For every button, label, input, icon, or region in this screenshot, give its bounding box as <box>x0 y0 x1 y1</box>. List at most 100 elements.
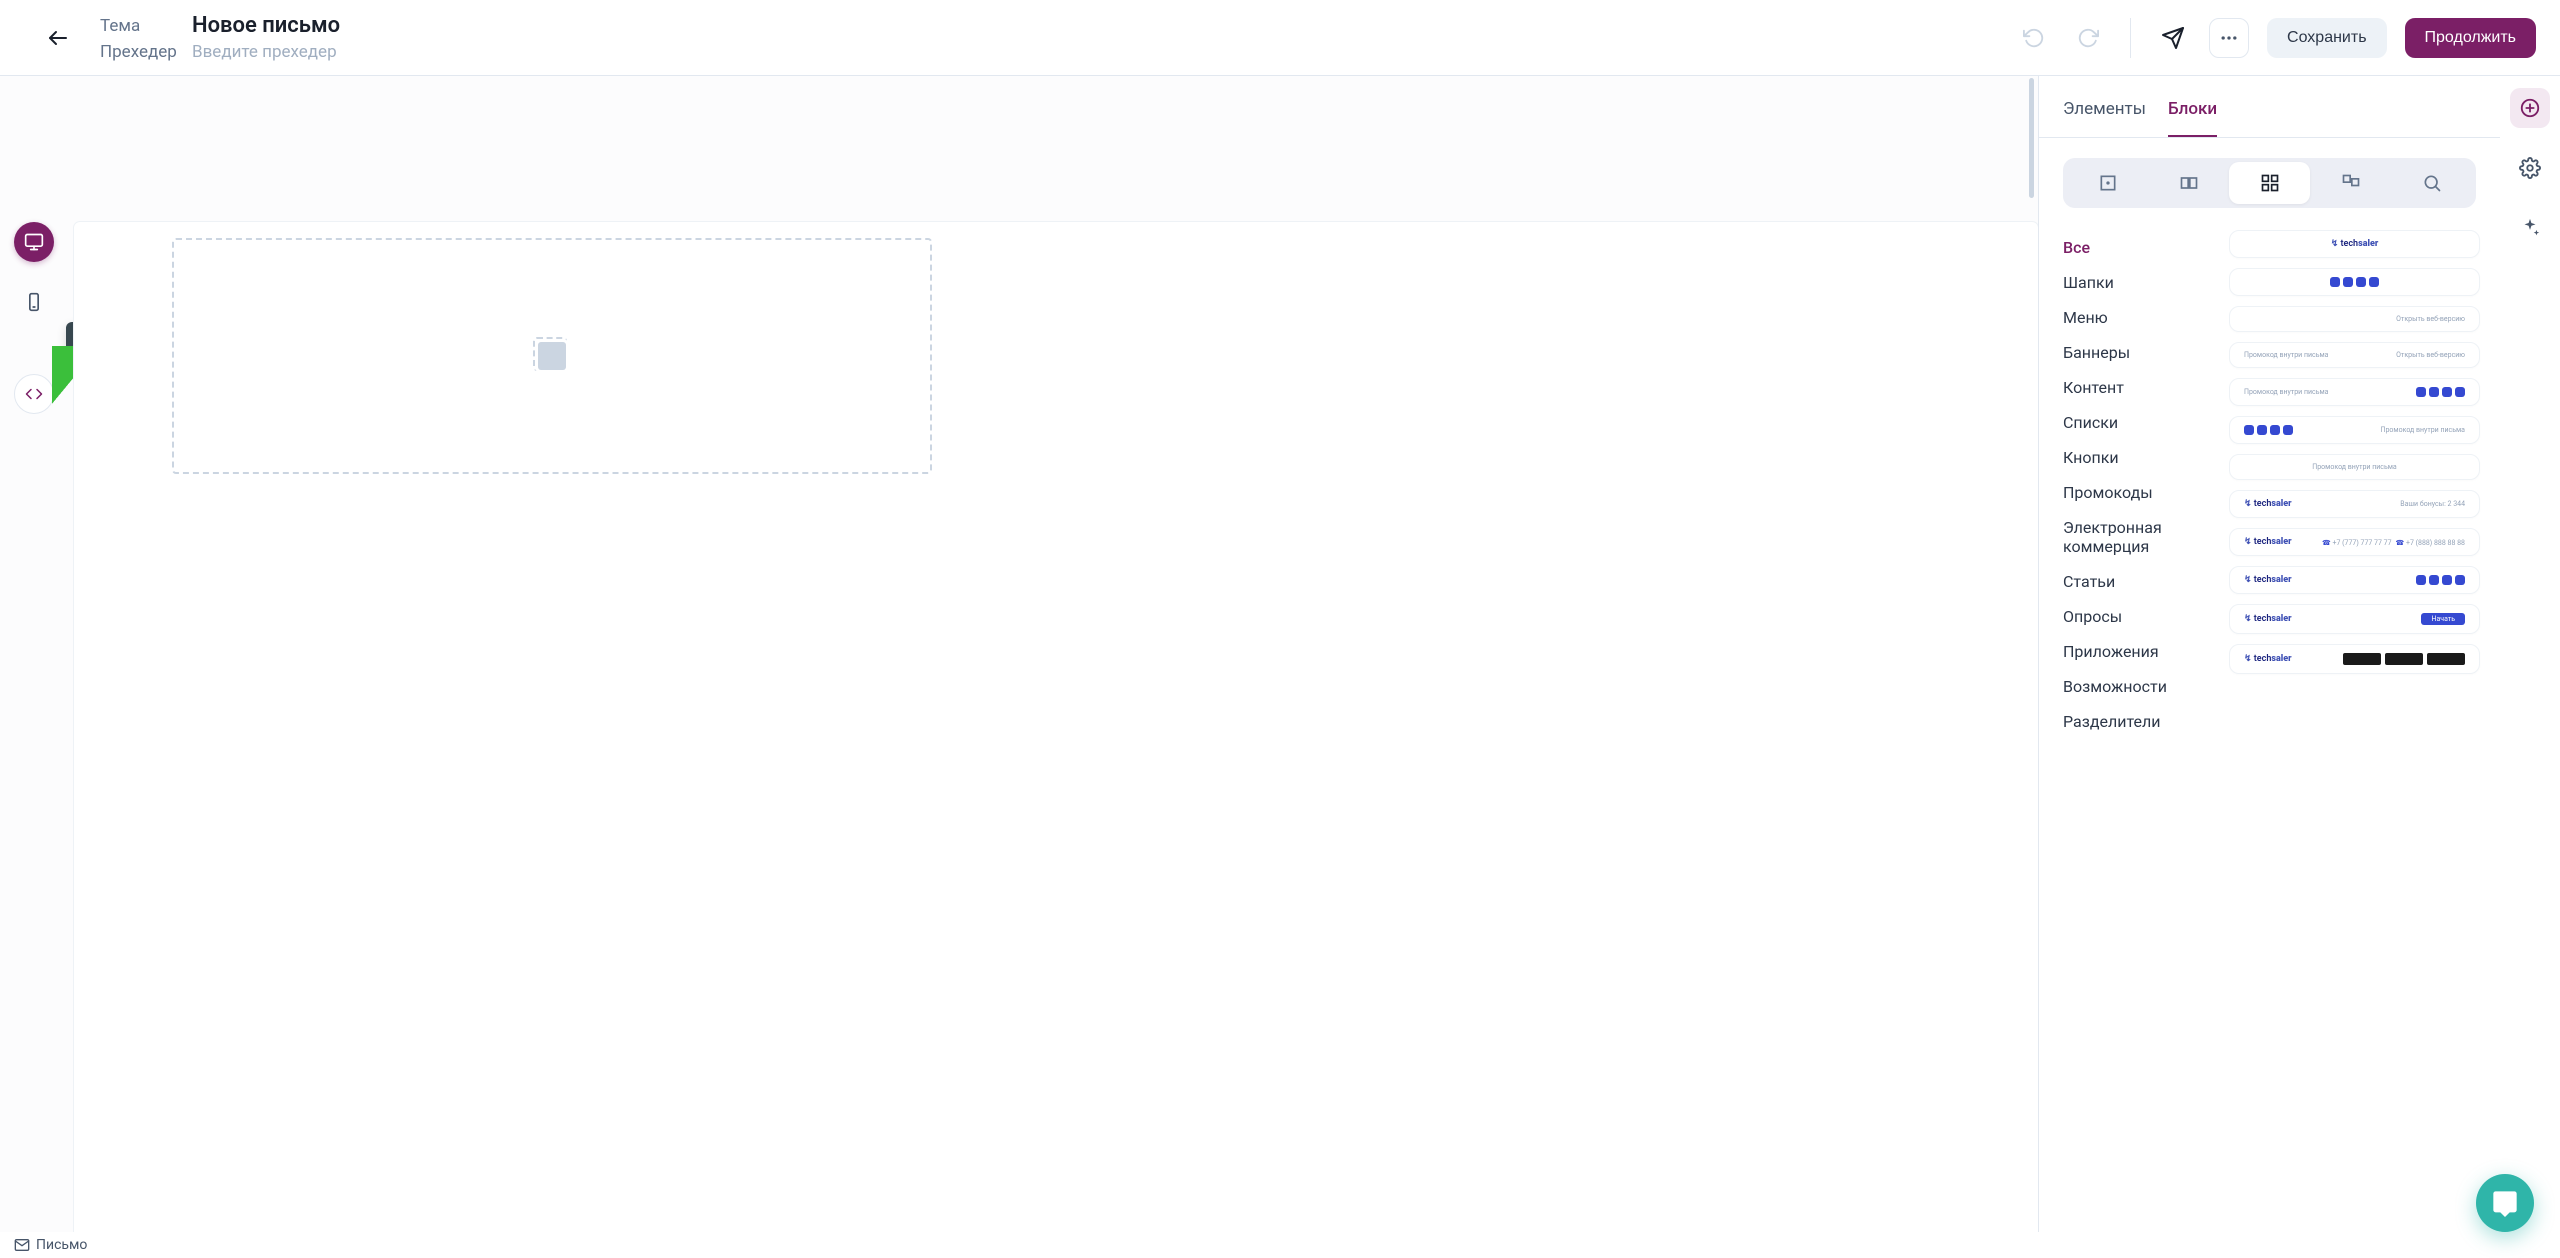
category-item[interactable]: Разделители <box>2063 704 2213 739</box>
thumb-logo: ↯ techsaler <box>2244 654 2292 664</box>
thumb-logo: ↯ techsaler <box>2331 239 2379 249</box>
block-thumb[interactable] <box>2229 268 2480 296</box>
monitor-icon <box>24 232 44 252</box>
thumb-logo: ↯ techsaler <box>2244 575 2292 585</box>
category-list: Все Шапки Меню Баннеры Контент Списки Кн… <box>2063 230 2213 1232</box>
subject-row[interactable]: Тема Новое письмо <box>100 13 2016 38</box>
chat-button[interactable] <box>2476 1174 2534 1232</box>
thumb-text: Промокод внутри письма <box>2381 426 2466 434</box>
device-toolbar <box>14 222 54 414</box>
more-button[interactable] <box>2209 18 2249 58</box>
tab-elements[interactable]: Элементы <box>2063 99 2146 137</box>
category-item[interactable]: Контент <box>2063 370 2213 405</box>
redo-icon <box>2077 27 2099 49</box>
panel-tabs: Элементы Блоки <box>2039 76 2500 138</box>
thumb-social-icons <box>2330 277 2379 287</box>
plus-circle-icon <box>2519 97 2541 119</box>
mail-icon <box>14 1237 30 1253</box>
layout-filters <box>2063 158 2476 208</box>
thumb-logo: ↯ techsaler <box>2244 614 2292 624</box>
filter-2-col[interactable] <box>2148 162 2229 204</box>
chat-icon <box>2491 1189 2519 1217</box>
add-block-button[interactable] <box>2510 88 2550 128</box>
block-thumb[interactable]: Промокод внутри письма <box>2229 454 2480 480</box>
canvas-stage[interactable] <box>74 222 2038 1232</box>
panel-body: Все Шапки Меню Баннеры Контент Списки Кн… <box>2039 230 2500 1232</box>
redo-button[interactable] <box>2070 20 2106 56</box>
category-item[interactable]: Меню <box>2063 300 2213 335</box>
canvas-area: Режим кода <box>0 76 2038 1232</box>
category-item[interactable]: Статьи <box>2063 564 2213 599</box>
thumb-text: Открыть веб-версию <box>2396 315 2465 323</box>
block-thumb[interactable]: ↯ techsaler <box>2229 566 2480 594</box>
smartphone-icon <box>24 292 44 312</box>
subject-block: Тема Новое письмо Прехедер Введите прехе… <box>100 13 2016 62</box>
send-button[interactable] <box>2155 20 2191 56</box>
layout-2-icon <box>2179 173 2199 193</box>
category-item[interactable]: Промокоды <box>2063 475 2213 510</box>
thumb-social-icons <box>2416 575 2465 585</box>
undo-icon <box>2023 27 2045 49</box>
category-item[interactable]: Кнопки <box>2063 440 2213 475</box>
category-item[interactable]: Баннеры <box>2063 335 2213 370</box>
layout-grid-icon <box>2260 173 2280 193</box>
thumb-logo: ↯ techsaler <box>2244 499 2292 509</box>
thumb-text: Открыть веб-версию <box>2396 351 2465 359</box>
block-thumb[interactable]: ↯ techsaler <box>2229 230 2480 258</box>
category-item[interactable]: Все <box>2063 230 2213 265</box>
category-item[interactable]: Шапки <box>2063 265 2213 300</box>
thumb-text: Промокод внутри письма <box>2244 388 2329 396</box>
block-thumb[interactable]: Промокод внутри письма <box>2229 378 2480 406</box>
thumb-cta: Начать <box>2421 613 2465 625</box>
footer-letter-label: Письмо <box>36 1237 87 1253</box>
filter-asym[interactable] <box>2310 162 2391 204</box>
undo-button[interactable] <box>2016 20 2052 56</box>
dropzone-placeholder-icon <box>538 342 566 370</box>
block-thumbnails[interactable]: ↯ techsaler Открыть веб-версию Промокод … <box>2229 230 2486 1232</box>
block-thumb[interactable]: Промокод внутри письма Открыть веб-верси… <box>2229 342 2480 368</box>
mobile-view-button[interactable] <box>14 282 54 322</box>
tab-blocks[interactable]: Блоки <box>2168 99 2217 137</box>
settings-button[interactable] <box>2510 148 2550 188</box>
continue-button[interactable]: Продолжить <box>2405 18 2536 58</box>
search-icon <box>2422 173 2442 193</box>
category-item[interactable]: Возможности <box>2063 669 2213 704</box>
thumb-text: Промокод внутри письма <box>2312 463 2397 471</box>
main-row: Режим кода Элементы Блоки <box>0 76 2560 1232</box>
ai-button[interactable] <box>2510 208 2550 248</box>
block-thumb[interactable]: Открыть веб-версию <box>2229 306 2480 332</box>
back-button[interactable] <box>40 20 76 56</box>
layout-asym-icon <box>2341 173 2361 193</box>
thumb-store-badges <box>2343 653 2465 665</box>
filter-search[interactable] <box>2391 162 2472 204</box>
block-thumb[interactable]: ↯ techsaler Начать <box>2229 604 2480 634</box>
thumb-social-icons <box>2244 425 2293 435</box>
thumb-text: Ваши бонусы: 2 344 <box>2400 500 2465 508</box>
category-item[interactable]: Электронная коммерция <box>2063 510 2213 564</box>
category-item[interactable]: Приложения <box>2063 634 2213 669</box>
block-thumb[interactable]: ↯ techsaler <box>2229 644 2480 674</box>
preheader-label: Прехедер <box>100 42 178 62</box>
save-button[interactable]: Сохранить <box>2267 18 2387 58</box>
block-thumb[interactable]: ↯ techsaler Ваши бонусы: 2 344 <box>2229 490 2480 518</box>
block-thumb[interactable]: Промокод внутри письма <box>2229 416 2480 444</box>
footer: Письмо <box>0 1232 2560 1258</box>
filter-grid[interactable] <box>2229 162 2310 204</box>
desktop-view-button[interactable] <box>14 222 54 262</box>
code-icon <box>25 385 43 403</box>
sparkle-icon <box>2519 217 2541 239</box>
canvas-scrollbar[interactable] <box>2029 78 2034 198</box>
category-item[interactable]: Списки <box>2063 405 2213 440</box>
arrow-left-icon <box>46 26 70 50</box>
thumb-text: Промокод внутри письма <box>2244 351 2329 359</box>
sidebar-panel: Элементы Блоки Все Шапки М <box>2038 76 2500 1232</box>
preheader-row[interactable]: Прехедер Введите прехедер <box>100 42 2016 62</box>
header: Тема Новое письмо Прехедер Введите прехе… <box>0 0 2560 76</box>
subject-label: Тема <box>100 16 178 36</box>
send-icon <box>2161 26 2185 50</box>
dropzone[interactable] <box>172 238 932 474</box>
block-thumb[interactable]: ↯ techsaler ☎ +7 (777) 777 77 77 ☎ +7 (8… <box>2229 528 2480 556</box>
filter-1-col[interactable] <box>2067 162 2148 204</box>
category-item[interactable]: Опросы <box>2063 599 2213 634</box>
code-view-button[interactable] <box>14 374 54 414</box>
